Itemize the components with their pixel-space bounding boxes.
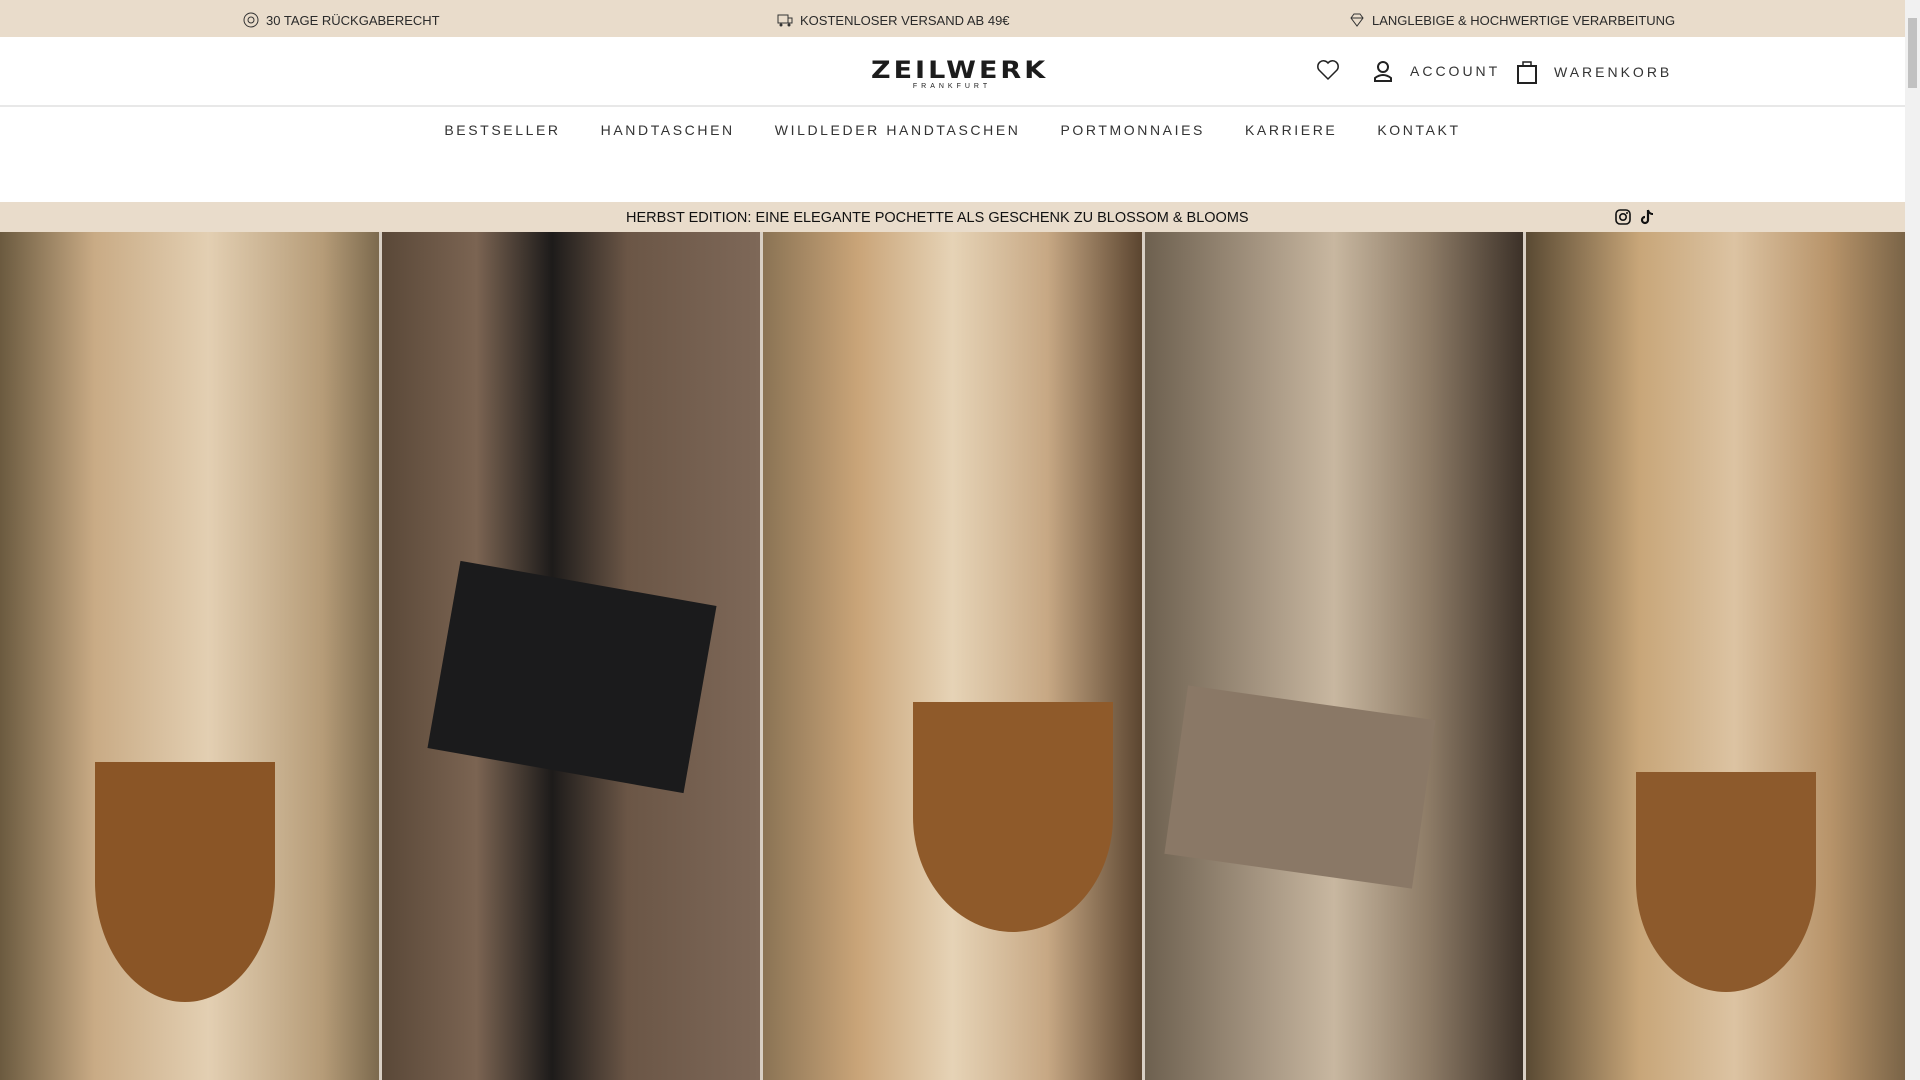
logo-text: ZEILWERK <box>871 56 1049 85</box>
handbag-shape <box>1636 772 1817 992</box>
social-links <box>1615 209 1655 225</box>
announcement-bar: 30 TAGE RÜCKGABERECHT KOSTENLOSER VERSAN… <box>0 0 1905 37</box>
site-header: ZEILWERK FRANKFURT ACCOUNT WARENKORB <box>0 37 1905 107</box>
promo-text[interactable]: HERBST EDITION: EINE ELEGANTE POCHETTE A… <box>626 210 1249 226</box>
wallet-shape <box>427 560 717 794</box>
logo[interactable]: ZEILWERK FRANKFURT <box>871 56 1049 90</box>
nav-karriere[interactable]: KARRIERE <box>1245 122 1337 138</box>
tiktok-icon[interactable] <box>1639 209 1655 225</box>
promo-bar: HERBST EDITION: EINE ELEGANTE POCHETTE A… <box>0 202 1905 232</box>
shopping-bag-icon <box>1517 61 1537 84</box>
announcement-returns: 30 TAGE RÜCKGABERECHT <box>242 11 440 29</box>
hero-photo-5 <box>1526 232 1905 1080</box>
heart-icon <box>1317 60 1339 81</box>
hero-photo-3 <box>763 232 1142 1080</box>
announcement-quality: LANGLEBIGE & HOCHWERTIGE VERARBEITUNG <box>1348 11 1675 29</box>
nav-wildleder-handtaschen[interactable]: WILDLEDER HANDTASCHEN <box>775 122 1021 138</box>
announcement-label: KOSTENLOSER VERSAND AB 49€ <box>800 12 1010 28</box>
scrollbar[interactable] <box>1905 0 1920 1080</box>
nav-bestseller[interactable]: BESTSELLER <box>444 122 560 138</box>
nav-kontakt[interactable]: KONTAKT <box>1377 122 1460 138</box>
main-nav: BESTSELLER HANDTASCHEN WILDLEDER HANDTAS… <box>0 122 1905 138</box>
nav-portmonnaies[interactable]: PORTMONNAIES <box>1060 122 1205 138</box>
announcement-label: 30 TAGE RÜCKGABERECHT <box>266 12 440 28</box>
wallet-shape <box>1164 685 1436 889</box>
wishlist-button[interactable] <box>1316 59 1340 81</box>
announcement-label: LANGLEBIGE & HOCHWERTIGE VERARBEITUNG <box>1372 12 1676 28</box>
cart-label: WARENKORB <box>1554 64 1673 80</box>
truck-icon <box>777 14 793 27</box>
announcement-shipping: KOSTENLOSER VERSAND AB 49€ <box>776 11 1010 29</box>
hero-photo-2 <box>381 232 761 1080</box>
nav-handtaschen[interactable]: HANDTASCHEN <box>601 122 735 138</box>
handbag-shape <box>913 702 1114 932</box>
instagram-icon[interactable] <box>1615 209 1631 225</box>
handbag-shape <box>95 762 275 1002</box>
user-icon <box>1374 61 1392 82</box>
hero-image-collage[interactable] <box>0 232 1905 1080</box>
account-label: ACCOUNT <box>1410 63 1501 79</box>
scrollbar-thumb[interactable] <box>1908 18 1917 88</box>
hero-photo-1 <box>0 232 379 1080</box>
return-icon <box>243 12 259 28</box>
cart-button[interactable]: WARENKORB <box>1516 59 1672 85</box>
hero-photo-4 <box>1144 232 1524 1080</box>
diamond-icon <box>1350 13 1364 27</box>
account-button[interactable]: ACCOUNT <box>1372 59 1500 83</box>
